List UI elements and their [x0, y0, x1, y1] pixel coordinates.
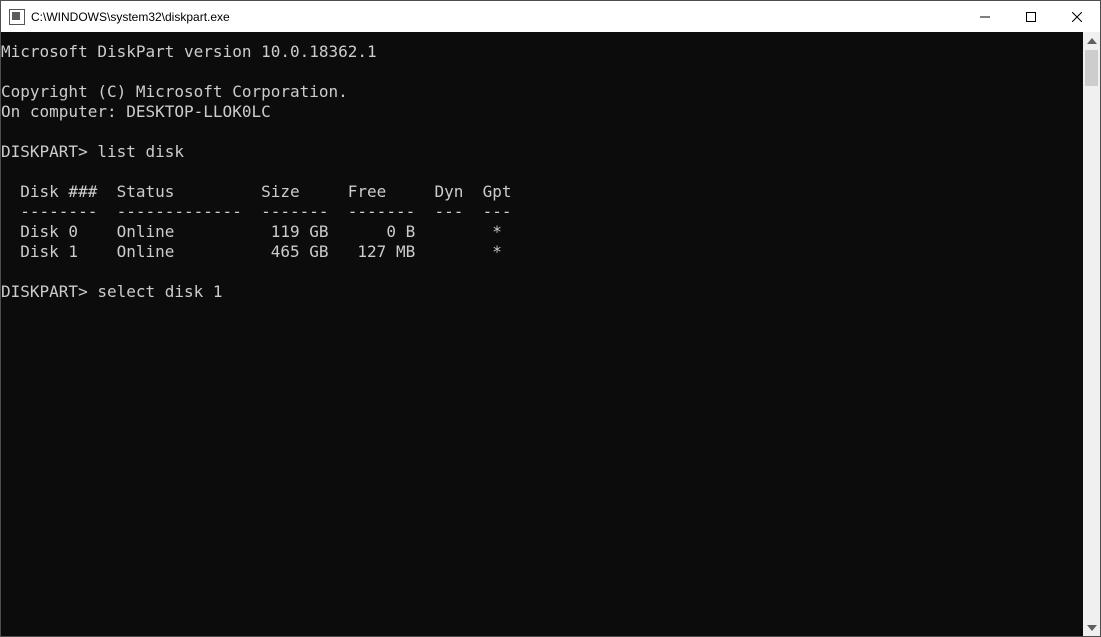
command-list-disk: list disk	[97, 142, 184, 161]
vertical-scrollbar[interactable]	[1083, 32, 1100, 636]
line-copyright: Copyright (C) Microsoft Corporation.	[1, 82, 348, 101]
line-version: Microsoft DiskPart version 10.0.18362.1	[1, 42, 377, 61]
client-area: Microsoft DiskPart version 10.0.18362.1 …	[1, 32, 1100, 636]
diskpart-window: C:\WINDOWS\system32\diskpart.exe Microso…	[0, 0, 1101, 637]
command-select-disk-1: select disk 1	[97, 282, 222, 301]
line-computer: On computer: DESKTOP-LLOK0LC	[1, 102, 271, 121]
disk-table-divider: -------- ------------- ------- ------- -…	[1, 202, 512, 221]
console-output[interactable]: Microsoft DiskPart version 10.0.18362.1 …	[1, 32, 1083, 636]
window-title: C:\WINDOWS\system32\diskpart.exe	[31, 10, 230, 24]
close-button[interactable]	[1054, 1, 1100, 32]
maximize-button[interactable]	[1008, 1, 1054, 32]
minimize-button[interactable]	[962, 1, 1008, 32]
prompt-1: DISKPART>	[1, 142, 97, 161]
app-icon	[9, 9, 25, 25]
disk-table-row-1: Disk 1 Online 465 GB 127 MB *	[1, 242, 502, 261]
prompt-2: DISKPART>	[1, 282, 97, 301]
scroll-up-arrow-icon[interactable]	[1083, 32, 1100, 49]
console-pre: Microsoft DiskPart version 10.0.18362.1 …	[1, 42, 1083, 302]
scroll-thumb[interactable]	[1085, 50, 1098, 86]
titlebar[interactable]: C:\WINDOWS\system32\diskpart.exe	[1, 1, 1100, 32]
window-controls	[962, 1, 1100, 32]
scroll-down-arrow-icon[interactable]	[1083, 619, 1100, 636]
disk-table-row-0: Disk 0 Online 119 GB 0 B *	[1, 222, 502, 241]
disk-table-header: Disk ### Status Size Free Dyn Gpt	[1, 182, 512, 201]
